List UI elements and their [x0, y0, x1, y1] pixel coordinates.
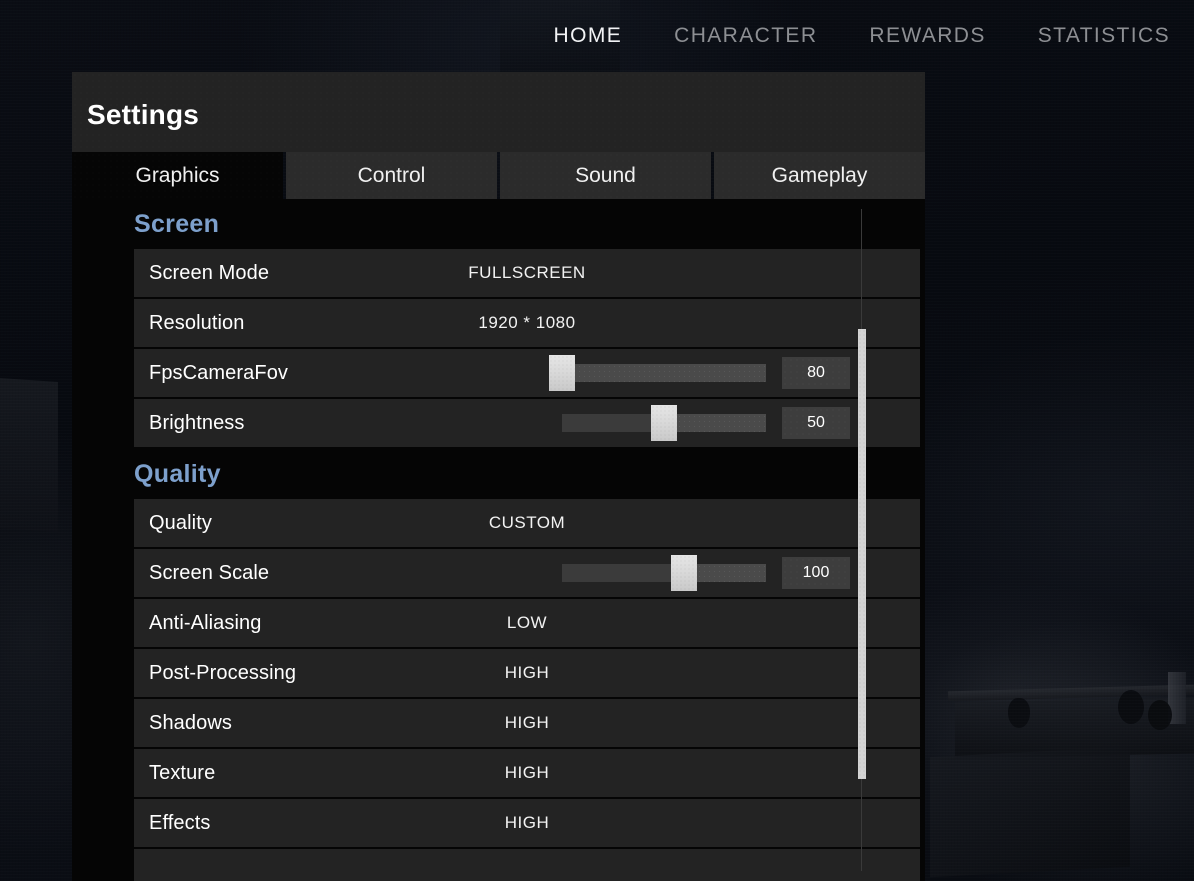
slider-texture [562, 364, 766, 382]
slider-fill [562, 564, 684, 582]
settings-row[interactable]: FpsCameraFov 80 [134, 349, 920, 397]
nav-item-home[interactable]: HOME [554, 24, 623, 48]
setting-label: Brightness [149, 412, 245, 435]
page-title: Settings [87, 99, 199, 131]
tab-control[interactable]: Control [286, 152, 497, 199]
settings-title-bar: Settings [72, 72, 925, 152]
background-planks [0, 378, 58, 532]
settings-row[interactable]: Resolution1920 * 1080 [134, 299, 920, 347]
tab-label: Gameplay [772, 164, 868, 188]
settings-row[interactable]: TextureHIGH [134, 749, 920, 797]
nav-item-statistics[interactable]: STATISTICS [1038, 24, 1170, 48]
settings-row[interactable]: EffectsHIGH [134, 799, 920, 847]
background-canister [1168, 672, 1186, 724]
nav-item-character[interactable]: CHARACTER [674, 24, 817, 48]
slider-track[interactable] [562, 414, 766, 432]
slider-handle[interactable] [671, 555, 697, 591]
background-grenade [1008, 698, 1030, 728]
tab-label: Control [358, 164, 426, 188]
settings-row[interactable]: Brightness 50 [134, 399, 920, 447]
slider-handle[interactable] [549, 355, 575, 391]
slider-track[interactable] [562, 364, 766, 382]
tab-graphics[interactable]: Graphics [72, 152, 283, 199]
settings-scrollbar[interactable] [858, 199, 866, 881]
settings-row[interactable]: Screen Scale 100 [134, 549, 920, 597]
slider-value-box[interactable]: 80 [782, 357, 850, 389]
slider-handle[interactable] [651, 405, 677, 441]
top-navigation: HOME CHARACTER REWARDS STATISTICS [0, 0, 1194, 72]
settings-row[interactable]: Post-ProcessingHIGH [134, 649, 920, 697]
background-shelf [955, 697, 1194, 758]
settings-row[interactable]: ShadowsHIGH [134, 699, 920, 747]
tab-label: Graphics [135, 164, 219, 188]
setting-value[interactable]: 1920 * 1080 [134, 313, 920, 333]
scrollbar-thumb[interactable] [858, 329, 866, 779]
slider-fill [562, 414, 664, 432]
slider-value-box[interactable]: 100 [782, 557, 850, 589]
background-shelf-top [948, 685, 1194, 702]
setting-value[interactable]: LOW [134, 613, 920, 633]
setting-value[interactable]: HIGH [134, 713, 920, 733]
tab-gameplay[interactable]: Gameplay [714, 152, 925, 199]
background-grenade [1118, 690, 1144, 724]
slider-value: 80 [807, 364, 825, 382]
settings-tab-bar: Graphics Control Sound Gameplay [72, 152, 925, 199]
setting-value[interactable]: HIGH [134, 763, 920, 783]
tab-sound[interactable]: Sound [500, 152, 711, 199]
slider-value: 100 [803, 564, 830, 582]
settings-body: ScreenScreen ModeFULLSCREENResolution192… [72, 199, 925, 881]
background-crate [930, 747, 1130, 877]
setting-value[interactable]: CUSTOM [134, 513, 920, 533]
slider-value: 50 [807, 414, 825, 432]
settings-row[interactable]: Screen ModeFULLSCREEN [134, 249, 920, 297]
section-header-quality: Quality [72, 449, 925, 499]
settings-row[interactable] [134, 849, 920, 881]
settings-panel: Settings Graphics Control Sound Gameplay Sc… [72, 72, 925, 881]
setting-slider[interactable] [562, 399, 766, 447]
setting-slider[interactable] [562, 549, 766, 597]
settings-rows: ScreenScreen ModeFULLSCREENResolution192… [72, 199, 925, 881]
tab-label: Sound [575, 164, 636, 188]
settings-row[interactable]: Anti-AliasingLOW [134, 599, 920, 647]
setting-value[interactable]: HIGH [134, 813, 920, 833]
settings-row[interactable]: QualityCUSTOM [134, 499, 920, 547]
setting-label: FpsCameraFov [149, 362, 288, 385]
setting-value[interactable]: FULLSCREEN [134, 263, 920, 283]
background-grenade [1148, 700, 1172, 730]
slider-track[interactable] [562, 564, 766, 582]
nav-item-rewards[interactable]: REWARDS [869, 24, 985, 48]
slider-value-box[interactable]: 50 [782, 407, 850, 439]
setting-value[interactable]: HIGH [134, 663, 920, 683]
setting-slider[interactable] [562, 349, 766, 397]
section-header-screen: Screen [72, 199, 925, 249]
setting-label: Screen Scale [149, 562, 269, 585]
